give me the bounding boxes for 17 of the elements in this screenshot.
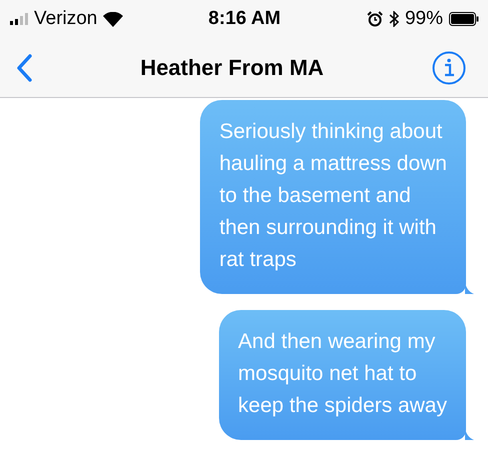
info-button[interactable] [430,48,468,86]
battery-icon [449,12,479,26]
info-icon [432,50,466,84]
message-bubble: And then wearing my mosquito net hat to keep the spiders away [219,310,466,440]
battery-percent: 99% [404,8,443,30]
message-bubble: Seriously thinking about hauling a mattress down to the basement and then surrounding it with rat traps [200,100,466,294]
bubble-tail [465,282,474,294]
alarm-icon [366,11,383,27]
carrier-label: Verizon [34,8,98,30]
clock-time: 8:16 AM [208,8,281,30]
wifi-icon [103,12,124,26]
back-button[interactable] [14,52,34,84]
bluetooth-icon [388,11,399,27]
signal-icon [10,13,28,25]
bubble-tail [465,428,474,440]
back-chevron-icon [16,54,32,82]
contact-name: Heather From MA [140,54,324,80]
